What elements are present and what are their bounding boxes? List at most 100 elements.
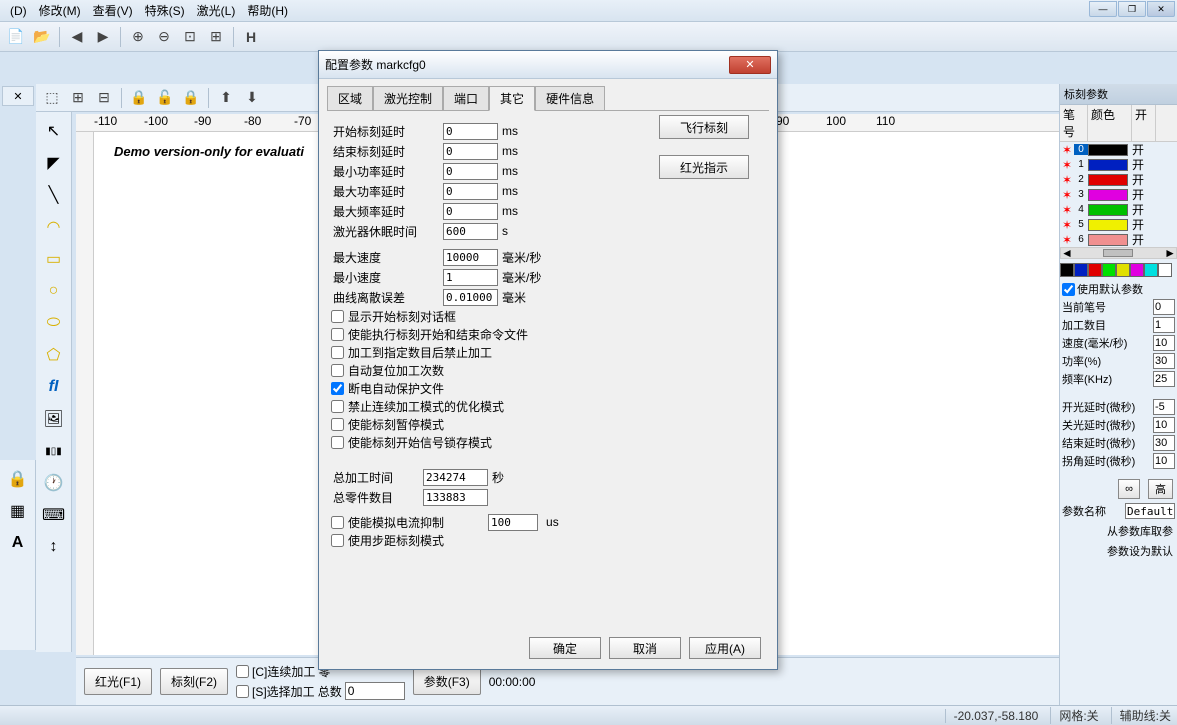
pen-row[interactable]: ✶ 4 开 xyxy=(1060,202,1177,217)
use-default-checkbox[interactable] xyxy=(1062,283,1075,296)
sim-current-input[interactable] xyxy=(488,514,538,531)
pen-row[interactable]: ✶ 2 开 xyxy=(1060,172,1177,187)
input-tool[interactable]: ⌨ xyxy=(39,500,69,530)
select-all-button[interactable]: ⬚ xyxy=(40,86,64,110)
tab-region[interactable]: 区域 xyxy=(327,86,373,111)
enable-exec-cmd-checkbox[interactable] xyxy=(331,328,344,341)
zoom-tool-3[interactable]: ⊡ xyxy=(178,25,202,49)
show-start-dialog-checkbox[interactable] xyxy=(331,310,344,323)
menu-d[interactable]: (D) xyxy=(4,2,33,20)
red-light-button[interactable]: 红光(F1) xyxy=(84,668,152,695)
max-freq-delay-input[interactable] xyxy=(443,203,498,220)
text-tool[interactable]: fI xyxy=(39,372,69,402)
zoom-tool-4[interactable]: ⊞ xyxy=(204,25,228,49)
advanced-button[interactable]: 高 xyxy=(1148,479,1173,499)
max-speed-input[interactable] xyxy=(443,249,498,266)
lock-2-button[interactable]: 🔒 xyxy=(179,86,203,110)
align-tool[interactable]: H xyxy=(239,25,263,49)
tab-other[interactable]: 其它 xyxy=(489,86,535,111)
curve-error-input[interactable] xyxy=(443,289,498,306)
pen-row[interactable]: ✶ 0 开 xyxy=(1060,142,1177,157)
enable-pause-mode-checkbox[interactable] xyxy=(331,418,344,431)
apply-button[interactable]: 应用(A) xyxy=(689,637,761,659)
line-tool[interactable]: ╲ xyxy=(39,180,69,210)
palette-swatch[interactable] xyxy=(1144,263,1158,277)
fly-mark-button[interactable]: 飞行标刻 xyxy=(659,115,749,139)
ellipse-tool[interactable]: ⬭ xyxy=(39,308,69,338)
pen-row[interactable]: ✶ 6 开 xyxy=(1060,232,1177,247)
a-tool-icon[interactable]: A xyxy=(3,528,33,558)
tab-port[interactable]: 端口 xyxy=(443,86,489,111)
image-tool[interactable]: 🖼 xyxy=(39,404,69,434)
power-input[interactable] xyxy=(1153,353,1175,369)
continuous-checkbox[interactable] xyxy=(236,665,249,678)
zoom-tool-2[interactable]: ⊖ xyxy=(152,25,176,49)
stop-after-count-checkbox[interactable] xyxy=(331,346,344,359)
pen-scrollbar[interactable]: ◄► xyxy=(1060,247,1177,259)
min-speed-input[interactable] xyxy=(443,269,498,286)
select-sub-button[interactable]: ⊟ xyxy=(92,86,116,110)
end-delay-input[interactable] xyxy=(1153,435,1175,451)
menu-help[interactable]: 帮助(H) xyxy=(241,0,294,21)
circle-tool[interactable]: ○ xyxy=(39,276,69,306)
lock-button[interactable]: 🔒 xyxy=(127,86,151,110)
select-add-button[interactable]: ⊞ xyxy=(66,86,90,110)
extend-tool[interactable]: ↕ xyxy=(39,532,69,562)
menu-view[interactable]: 查看(V) xyxy=(87,0,139,21)
nav-fwd-button[interactable]: ▶ xyxy=(91,25,115,49)
max-power-delay-input[interactable] xyxy=(443,183,498,200)
enable-step-mark-checkbox[interactable] xyxy=(331,534,344,547)
palette-swatch[interactable] xyxy=(1102,263,1116,277)
cur-pen-input[interactable] xyxy=(1153,299,1175,315)
unlock-button[interactable]: 🔓 xyxy=(153,86,177,110)
start-mark-delay-input[interactable] xyxy=(443,123,498,140)
laser-sleep-input[interactable] xyxy=(443,223,498,240)
lock-view-icon[interactable]: 🔒 xyxy=(3,464,33,494)
enable-latch-mode-checkbox[interactable] xyxy=(331,436,344,449)
barcode-tool[interactable]: ▮▯▮ xyxy=(39,436,69,466)
node-tool[interactable]: ◤ xyxy=(39,148,69,178)
param-button[interactable]: 参数(F3) xyxy=(413,668,481,695)
pen-row[interactable]: ✶ 3 开 xyxy=(1060,187,1177,202)
ok-button[interactable]: 确定 xyxy=(529,637,601,659)
window-maximize-button[interactable]: ❐ xyxy=(1118,1,1146,17)
min-power-delay-input[interactable] xyxy=(443,163,498,180)
pointer-tool[interactable]: ↖ xyxy=(39,116,69,146)
clock-tool[interactable]: 🕐 xyxy=(39,468,69,498)
palette-swatch[interactable] xyxy=(1074,263,1088,277)
corner-delay-input[interactable] xyxy=(1153,453,1175,469)
red-light-indicate-button[interactable]: 红光指示 xyxy=(659,155,749,179)
cancel-button[interactable]: 取消 xyxy=(609,637,681,659)
nav-back-button[interactable]: ◀ xyxy=(65,25,89,49)
total-input[interactable] xyxy=(345,682,405,700)
palette-swatch[interactable] xyxy=(1060,263,1074,277)
palette-swatch[interactable] xyxy=(1116,263,1130,277)
grid-view-icon[interactable]: ▦ xyxy=(3,496,33,526)
pen-row[interactable]: ✶ 5 开 xyxy=(1060,217,1177,232)
new-file-button[interactable]: 📄 xyxy=(4,25,28,49)
layer-down-button[interactable]: ⬇ xyxy=(240,86,264,110)
close-tab[interactable]: ✕ xyxy=(2,86,34,106)
count-input[interactable] xyxy=(1153,317,1175,333)
menu-special[interactable]: 特殊(S) xyxy=(139,0,191,21)
open-file-button[interactable]: 📂 xyxy=(30,25,54,49)
menu-modify[interactable]: 修改(M) xyxy=(33,0,87,21)
palette-swatch[interactable] xyxy=(1158,263,1172,277)
set-default-link[interactable]: 参数设为默认 xyxy=(1060,541,1177,561)
from-lib-link[interactable]: 从参数库取参 xyxy=(1060,521,1177,541)
window-close-button[interactable]: ✕ xyxy=(1147,1,1175,17)
auto-reset-count-checkbox[interactable] xyxy=(331,364,344,377)
zoom-tool-1[interactable]: ⊕ xyxy=(126,25,150,49)
on-delay-input[interactable] xyxy=(1153,399,1175,415)
menu-laser[interactable]: 激光(L) xyxy=(191,0,242,21)
tab-laser-control[interactable]: 激光控制 xyxy=(373,86,443,111)
off-delay-input[interactable] xyxy=(1153,417,1175,433)
wobble-button[interactable]: ∞ xyxy=(1118,479,1140,499)
mark-button[interactable]: 标刻(F2) xyxy=(160,668,228,695)
param-name-input[interactable] xyxy=(1125,503,1175,519)
power-off-protect-checkbox[interactable] xyxy=(331,382,344,395)
select-checkbox[interactable] xyxy=(236,685,249,698)
palette-swatch[interactable] xyxy=(1130,263,1144,277)
palette-swatch[interactable] xyxy=(1088,263,1102,277)
window-minimize-button[interactable]: — xyxy=(1089,1,1117,17)
